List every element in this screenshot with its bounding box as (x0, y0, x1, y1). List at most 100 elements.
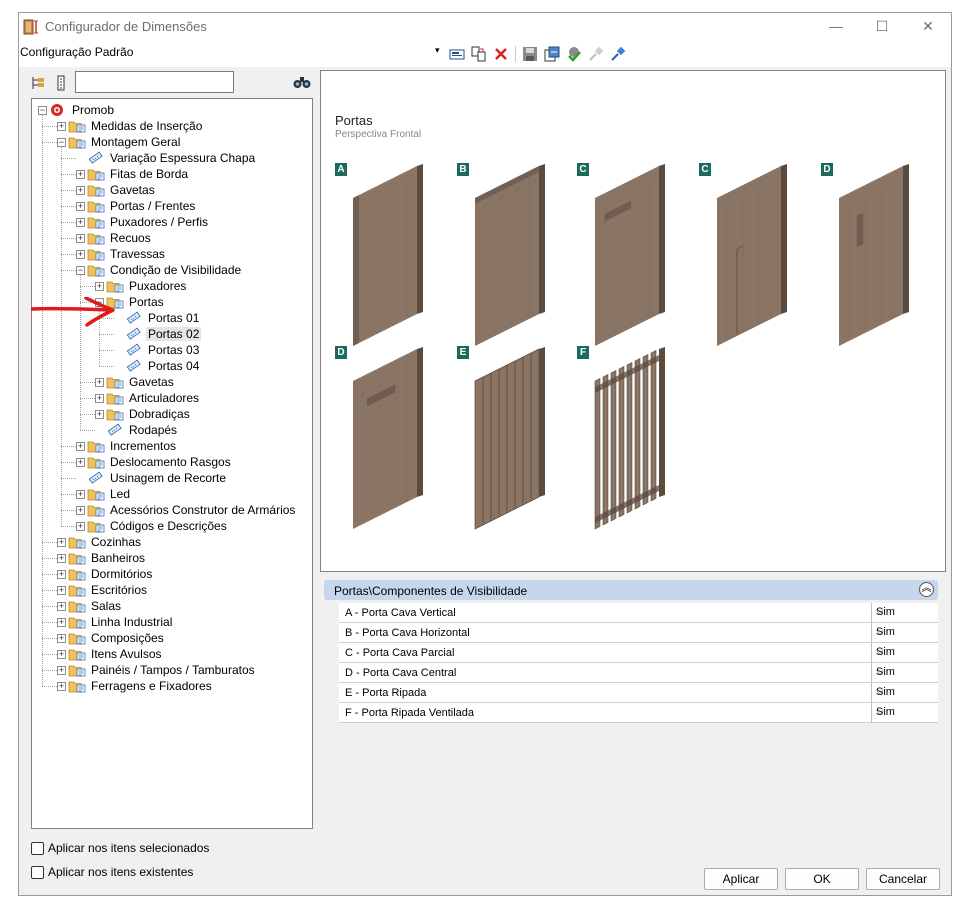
chevron-down-icon[interactable]: ⌵ (876, 626, 932, 637)
expand-toggle-icon[interactable]: + (76, 217, 85, 227)
expand-toggle-icon[interactable]: + (95, 409, 104, 419)
expand-toggle-icon[interactable]: + (76, 233, 85, 243)
expand-toggle-icon[interactable]: + (76, 249, 85, 259)
expand-toggle-icon[interactable]: + (76, 185, 85, 195)
tree-node[interactable]: + Recuos (76, 230, 153, 246)
cancel-button[interactable]: Cancelar (866, 868, 940, 890)
tree-node-label[interactable]: Puxadores (127, 279, 188, 293)
tree-search-input[interactable] (75, 71, 234, 93)
chevron-down-icon[interactable]: ⌵ (876, 646, 932, 657)
checkbox-box[interactable] (31, 841, 44, 855)
tree-node-label[interactable]: Incrementos (108, 439, 178, 453)
tree-node-label[interactable]: Led (108, 487, 132, 501)
chevron-down-icon[interactable]: ⌵ (876, 666, 932, 677)
expand-toggle-icon[interactable]: + (57, 569, 66, 579)
expand-toggle-icon[interactable]: + (76, 489, 85, 499)
expand-toggle-icon[interactable]: + (57, 681, 66, 691)
property-value-select[interactable]: Sim ⌵ (871, 663, 937, 682)
tree-node-label[interactable]: Puxadores / Perfis (108, 215, 210, 229)
dimension-edit-icon[interactable] (449, 46, 465, 62)
tree-node[interactable]: + Composições (57, 630, 166, 646)
expand-toggle-icon[interactable]: + (76, 169, 85, 179)
tree-node[interactable]: + Fitas de Borda (76, 166, 190, 182)
tree-node[interactable]: + Portas / Frentes (76, 198, 197, 214)
close-button[interactable]: ✕ (905, 13, 951, 41)
expand-toggle-icon[interactable]: + (57, 601, 66, 611)
expand-toggle-icon[interactable]: + (76, 441, 85, 451)
tree-node-label[interactable]: Travessas (108, 247, 167, 261)
tree-node[interactable]: Portas 03 (114, 342, 201, 358)
expand-toggle-icon[interactable]: + (76, 521, 85, 531)
tree-node-label[interactable]: Cozinhas (89, 535, 143, 549)
tree-node[interactable]: + Puxadores (95, 278, 188, 294)
tree-node-label[interactable]: Montagem Geral (89, 135, 182, 149)
tree-view[interactable]: − Promob + Medidas de Inserção − Montagem Ger… (31, 98, 313, 829)
expand-toggle-icon[interactable]: + (76, 505, 85, 515)
tree-node[interactable]: + Escritórios (57, 582, 149, 598)
expand-toggle-icon[interactable]: + (76, 457, 85, 467)
tree-node-label[interactable]: Deslocamento Rasgos (108, 455, 233, 469)
tree-node[interactable]: Variação Espessura Chapa (76, 150, 257, 166)
tree-node[interactable]: Portas 04 (114, 358, 201, 374)
expand-toggle-icon[interactable]: + (95, 281, 104, 291)
delete-icon[interactable] (493, 46, 509, 62)
expand-toggle-icon[interactable]: + (57, 665, 66, 675)
tree-node-label[interactable]: Promob (70, 103, 116, 117)
tree-node-label[interactable]: Composições (89, 631, 166, 645)
tree-node-label[interactable]: Itens Avulsos (89, 647, 164, 661)
tree-node[interactable]: + Medidas de Inserção (57, 118, 204, 134)
tree-node[interactable]: Usinagem de Recorte (76, 470, 228, 486)
tree-node[interactable]: − Montagem Geral (57, 134, 182, 150)
properties-section-header[interactable]: Portas\Componentes de Visibilidade ︽ (324, 580, 938, 600)
tree-node-label[interactable]: Variação Espessura Chapa (108, 151, 257, 165)
property-value-select[interactable]: Sim ⌵ (871, 603, 937, 622)
tree-node[interactable]: + Banheiros (57, 550, 147, 566)
expand-toggle-icon[interactable]: + (57, 649, 66, 659)
tree-node-label[interactable]: Medidas de Inserção (89, 119, 204, 133)
tree-node[interactable]: + Gavetas (95, 374, 176, 390)
tree-node[interactable]: + Dormitórios (57, 566, 154, 582)
tree-node-label[interactable]: Linha Industrial (89, 615, 174, 629)
property-value-select[interactable]: Sim ⌵ (871, 643, 937, 662)
tree-node-label[interactable]: Portas (127, 295, 166, 309)
chevron-down-icon[interactable]: ⌵ (876, 706, 932, 717)
tree-node[interactable]: + Gavetas (76, 182, 157, 198)
tree-node-label[interactable]: Recuos (108, 231, 153, 245)
tree-node[interactable]: Rodapés (95, 422, 179, 438)
copy-icon[interactable] (471, 46, 487, 62)
tree-node[interactable]: + Salas (57, 598, 123, 614)
tree-node-label[interactable]: Rodapés (127, 423, 179, 437)
property-value-select[interactable]: Sim ⌵ (871, 703, 937, 722)
collapse-toggle-icon[interactable]: − (38, 105, 47, 115)
collapse-toggle-icon[interactable]: − (76, 265, 85, 275)
tree-node-label[interactable]: Portas 03 (146, 343, 201, 357)
property-value-select[interactable]: Sim ⌵ (871, 683, 937, 702)
tree-node-label[interactable]: Escritórios (89, 583, 149, 597)
checkbox-box[interactable] (31, 865, 44, 879)
save-icon[interactable] (522, 46, 538, 62)
collapse-toggle-icon[interactable]: − (57, 137, 66, 147)
tree-node-label[interactable]: Códigos e Descrições (108, 519, 229, 533)
configuration-dropdown-arrow[interactable]: ▾ (435, 45, 440, 56)
chevron-down-icon[interactable]: ⌵ (876, 686, 932, 697)
tree-node[interactable]: + Incrementos (76, 438, 178, 454)
tree-node[interactable]: + Itens Avulsos (57, 646, 164, 662)
expand-toggle-icon[interactable]: + (57, 553, 66, 563)
expand-toggle-icon[interactable]: + (95, 393, 104, 403)
tree-node[interactable]: + Linha Industrial (57, 614, 174, 630)
tree-node[interactable]: + Travessas (76, 246, 167, 262)
tree-node-label[interactable]: Ferragens e Fixadores (89, 679, 214, 693)
tree-node-label[interactable]: Portas 02 (146, 327, 202, 341)
pin-disabled-icon[interactable] (588, 46, 604, 62)
binoculars-icon[interactable] (293, 75, 311, 89)
tree-node-label[interactable]: Painéis / Tampos / Tamburatos (89, 663, 257, 677)
tree-node-label[interactable]: Banheiros (89, 551, 147, 565)
maximize-button[interactable]: ☐ (859, 13, 905, 41)
expand-toggle-icon[interactable]: + (57, 121, 66, 131)
tree-node[interactable]: + Acessórios Construtor de Armários (76, 502, 297, 518)
minimize-button[interactable]: — (813, 13, 859, 41)
tree-node-label[interactable]: Portas / Frentes (108, 199, 197, 213)
expand-all-icon[interactable] (53, 75, 69, 91)
export-icon[interactable] (544, 46, 560, 62)
tree-node-label[interactable]: Usinagem de Recorte (108, 471, 228, 485)
